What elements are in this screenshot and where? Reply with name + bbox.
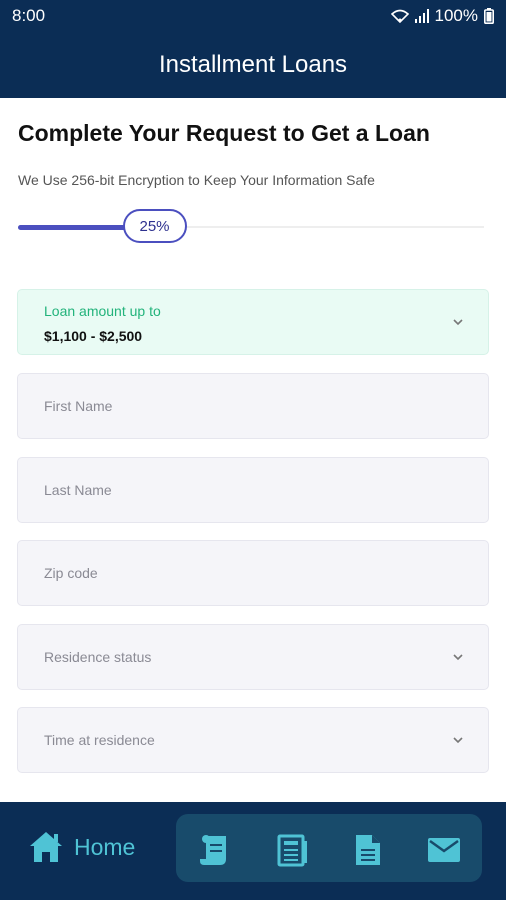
time-at-residence-select[interactable]: Time at residence bbox=[17, 707, 489, 773]
loan-amount-label: Loan amount up to bbox=[44, 303, 161, 319]
chevron-down-icon bbox=[453, 654, 463, 661]
nav-home-label: Home bbox=[74, 833, 136, 860]
chevron-down-icon bbox=[453, 737, 463, 744]
residence-status-select[interactable]: Residence status bbox=[17, 624, 489, 690]
nav-group bbox=[176, 814, 482, 882]
signal-icon bbox=[414, 9, 429, 23]
time-at-residence-placeholder: Time at residence bbox=[44, 732, 155, 748]
residence-status-placeholder: Residence status bbox=[44, 649, 152, 665]
app-bar: Installment Loans bbox=[0, 32, 506, 98]
zip-code-placeholder: Zip code bbox=[44, 565, 98, 581]
app-title: Installment Loans bbox=[158, 51, 348, 78]
encryption-note: We Use 256-bit Encryption to Keep Your I… bbox=[18, 172, 375, 188]
zip-code-field[interactable]: Zip code bbox=[17, 540, 489, 606]
nav-home[interactable]: Home bbox=[28, 830, 135, 864]
first-name-placeholder: First Name bbox=[44, 398, 113, 414]
status-bar: 8:00 100% bbox=[0, 0, 506, 32]
nav-scroll[interactable] bbox=[194, 830, 234, 870]
wifi-icon bbox=[390, 9, 409, 23]
home-icon bbox=[30, 832, 62, 862]
loan-amount-value: $1,100 - $2,500 bbox=[44, 328, 143, 344]
loan-amount-select[interactable]: Loan amount up to $1,100 - $2,500 bbox=[17, 289, 489, 355]
progress-fill bbox=[18, 225, 135, 230]
last-name-field[interactable]: Last Name bbox=[17, 457, 489, 523]
battery-percent: 100% bbox=[434, 6, 478, 25]
first-name-field[interactable]: First Name bbox=[17, 373, 489, 439]
newspaper-icon bbox=[277, 834, 307, 867]
chevron-down-icon bbox=[453, 319, 463, 326]
bottom-nav: Home bbox=[0, 802, 506, 900]
document-icon bbox=[356, 835, 380, 865]
nav-news[interactable] bbox=[272, 830, 312, 870]
mail-icon bbox=[428, 838, 460, 862]
battery-icon bbox=[484, 8, 494, 24]
status-icons: 100% bbox=[390, 6, 494, 26]
nav-document[interactable] bbox=[348, 830, 388, 870]
loan-request-form: Complete Your Request to Get a Loan We U… bbox=[0, 98, 506, 802]
progress-badge: 25% bbox=[122, 209, 187, 243]
last-name-placeholder: Last Name bbox=[44, 482, 112, 498]
nav-mail[interactable] bbox=[424, 830, 464, 870]
page-title: Complete Your Request to Get a Loan bbox=[18, 120, 430, 146]
scroll-icon bbox=[200, 835, 226, 865]
status-time: 8:00 bbox=[12, 6, 46, 25]
